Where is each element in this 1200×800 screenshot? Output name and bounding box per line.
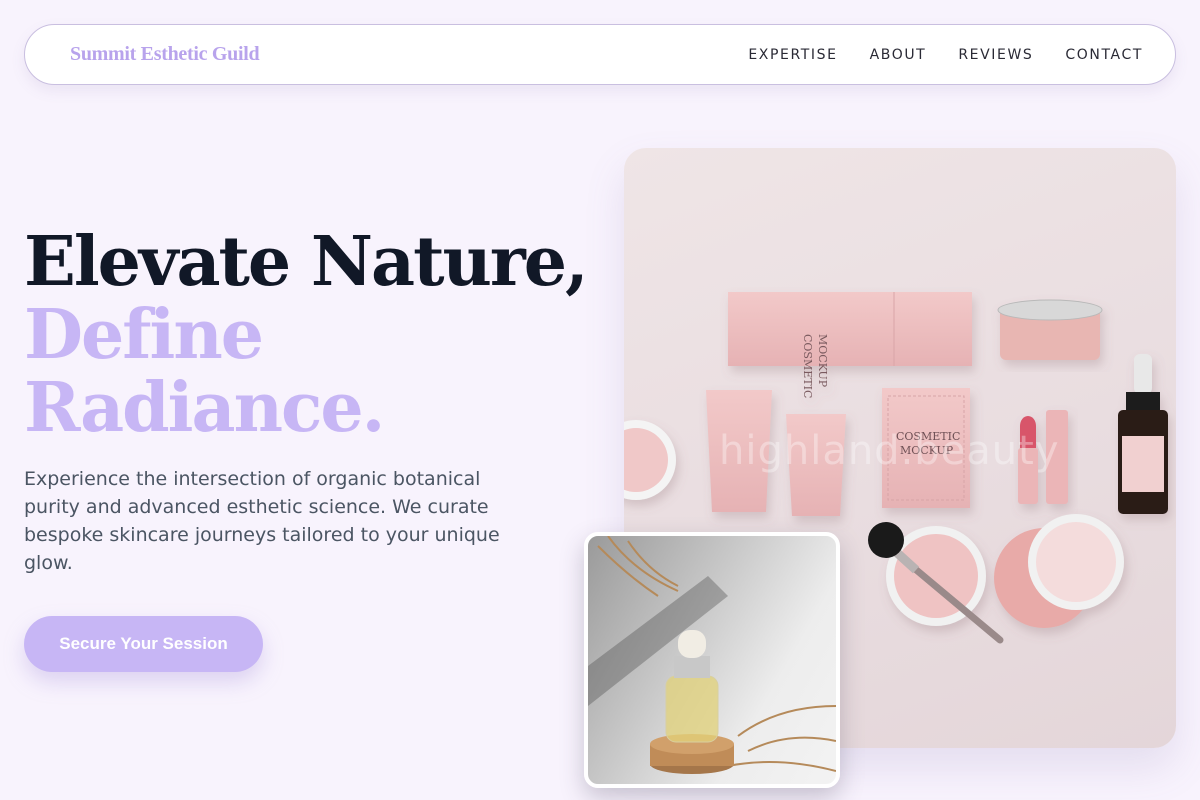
serum-bottle-image <box>584 532 840 788</box>
secure-session-button[interactable]: Secure Your Session <box>24 616 263 672</box>
svg-text:MOCKUP: MOCKUP <box>816 334 829 388</box>
nav-link-about[interactable]: ABOUT <box>870 47 927 63</box>
brand-logo[interactable]: Summit Esthetic Guild <box>70 43 260 66</box>
svg-text:COSMETIC: COSMETIC <box>801 334 814 398</box>
nav-links: EXPERTISE ABOUT REVIEWS CONTACT <box>716 47 1143 63</box>
dropper-bottle-shape <box>1118 354 1168 514</box>
nav-link-contact[interactable]: CONTACT <box>1065 47 1143 63</box>
headline-line-2: Define <box>24 295 264 375</box>
top-navbar: Summit Esthetic Guild EXPERTISE ABOUT RE… <box>24 24 1176 85</box>
cream-jar-shape <box>997 299 1103 360</box>
serum-bottle-icon <box>588 536 836 774</box>
nav-link-expertise[interactable]: EXPERTISE <box>748 47 837 63</box>
hero-headline: Elevate Nature, Define Radiance. <box>24 222 589 448</box>
headline-line-3: Radiance. <box>24 368 385 448</box>
cosmetic-box-shape: COSMETIC MOCKUP <box>728 292 972 398</box>
image-watermark: highland.beauty <box>719 428 1060 474</box>
nav-link-reviews[interactable]: REVIEWS <box>958 47 1033 63</box>
compact-left-shape <box>624 420 676 500</box>
headline-line-1: Elevate Nature, <box>24 222 589 302</box>
hero-description: Experience the intersection of organic b… <box>24 468 500 574</box>
